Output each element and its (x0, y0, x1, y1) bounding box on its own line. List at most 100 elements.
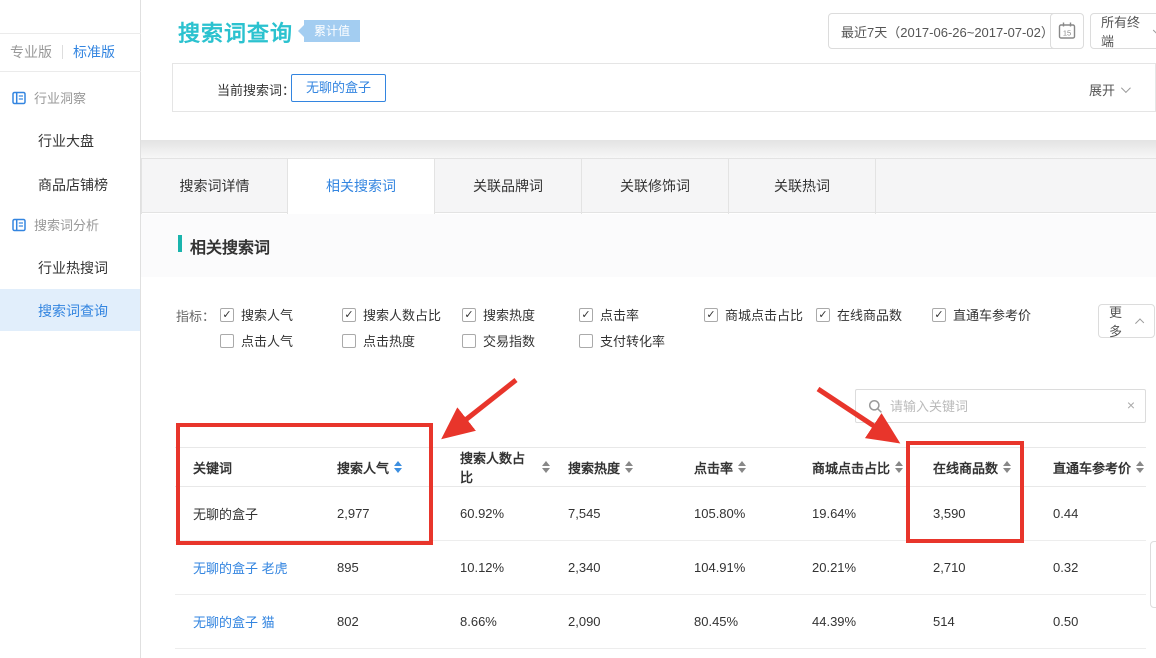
sidebar-group-search-analysis[interactable]: 搜索词分析 (12, 215, 99, 234)
keyword-search-input[interactable] (890, 391, 1120, 421)
section-title: 相关搜索词 (178, 234, 270, 258)
checkbox-unchecked-icon[interactable] (462, 334, 476, 348)
sort-icon[interactable] (625, 461, 633, 473)
metric-label: 交易指数 (483, 331, 535, 350)
value-cell: 2,090 (550, 614, 676, 629)
section-band (141, 214, 1156, 277)
value-cell: 0.50 (1035, 614, 1146, 629)
sort-icon[interactable] (1003, 461, 1011, 473)
tab-related-hot-terms[interactable]: 关联热词 (729, 159, 876, 214)
checkbox-checked-icon[interactable] (462, 308, 476, 322)
value-cell: 44.39% (794, 614, 915, 629)
clear-icon[interactable]: × (1127, 397, 1135, 413)
metric-checkbox-online-products[interactable]: 在线商品数 (816, 305, 902, 324)
date-range-button[interactable]: 最近7天（2017-06-26~2017-07-02） (828, 13, 1067, 49)
table-row: 无聊的盒子 老虎 895 10.12% 2,340 104.91% 20.21%… (175, 541, 1146, 595)
metric-label: 商城点击占比 (725, 305, 803, 324)
ledger-icon (12, 218, 26, 232)
metric-checkbox-search-popularity[interactable]: 搜索人气 (220, 305, 293, 324)
sort-icon[interactable] (895, 461, 903, 473)
terminal-filter-dropdown[interactable]: 所有终端 (1090, 13, 1156, 49)
value-cell: 514 (915, 614, 1035, 629)
ledger-icon (12, 91, 26, 105)
current-search-keyword-chip[interactable]: 无聊的盒子 (291, 74, 386, 102)
metric-checkbox-transaction-index[interactable]: 交易指数 (462, 331, 535, 350)
column-header-search-heat: 搜索热度 (568, 458, 620, 477)
checkbox-unchecked-icon[interactable] (342, 334, 356, 348)
checkbox-checked-icon[interactable] (816, 308, 830, 322)
cumulative-badge: 累计值 (304, 20, 360, 42)
calendar-icon: 15 (1057, 21, 1077, 41)
checkbox-checked-icon[interactable] (704, 308, 718, 322)
chevron-down-icon (1121, 83, 1131, 93)
value-cell: 3,590 (915, 506, 1035, 521)
checkbox-checked-icon[interactable] (932, 308, 946, 322)
sidebar-item-product-shop-rank[interactable]: 商品店铺榜 (38, 175, 108, 195)
metric-checkbox-click-rate[interactable]: 点击率 (579, 305, 639, 324)
version-tab-standard[interactable]: 标准版 (63, 42, 125, 62)
sort-icon[interactable] (1136, 461, 1144, 473)
calendar-button[interactable]: 15 (1050, 13, 1084, 49)
sidebar-group-label: 行业洞察 (34, 88, 86, 107)
checkbox-unchecked-icon[interactable] (220, 334, 234, 348)
metric-checkbox-ztc-ref-price[interactable]: 直通车参考价 (932, 305, 1031, 324)
metric-checkbox-payment-conversion[interactable]: 支付转化率 (579, 331, 665, 350)
sort-icon[interactable] (542, 461, 550, 473)
checkbox-checked-icon[interactable] (220, 308, 234, 322)
value-cell: 105.80% (676, 506, 794, 521)
sort-icon[interactable] (394, 461, 402, 473)
sidebar-item-search-query[interactable]: 搜索词查询 (38, 301, 108, 321)
value-cell: 895 (319, 560, 442, 575)
column-header-click-rate: 点击率 (694, 458, 733, 477)
sidebar: 专业版 标准版 行业洞察 行业大盘 商品店铺榜 搜索词分析 (0, 0, 141, 658)
tab-related-brand-terms[interactable]: 关联品牌词 (435, 159, 582, 214)
value-cell: 10.12% (442, 560, 550, 575)
metric-label: 直通车参考价 (953, 305, 1031, 324)
column-header-searcher-ratio: 搜索人数占比 (460, 448, 537, 486)
page: 专业版 标准版 行业洞察 行业大盘 商品店铺榜 搜索词分析 (0, 0, 1156, 658)
chevron-up-icon (1135, 318, 1144, 327)
version-switcher: 专业版 标准版 (0, 33, 141, 72)
metric-checkbox-search-heat[interactable]: 搜索热度 (462, 305, 535, 324)
more-metrics-button[interactable]: 更多 (1098, 304, 1155, 338)
value-cell: 2,340 (550, 560, 676, 575)
value-cell: 802 (319, 614, 442, 629)
metric-checkbox-searcher-ratio[interactable]: 搜索人数占比 (342, 305, 441, 324)
column-header-search-popularity: 搜索人气 (337, 458, 389, 477)
metric-label: 搜索人气 (241, 305, 293, 324)
terminal-filter-label: 所有终端 (1101, 12, 1146, 50)
metric-checkbox-mall-click-ratio[interactable]: 商城点击占比 (704, 305, 803, 324)
keyword-link[interactable]: 无聊的盒子 猫 (193, 612, 275, 631)
tab-related-modifier-terms[interactable]: 关联修饰词 (582, 159, 729, 214)
value-cell: 2,710 (915, 560, 1035, 575)
tab-related-search-terms[interactable]: 相关搜索词 (288, 159, 435, 215)
sort-icon[interactable] (738, 461, 746, 473)
checkbox-unchecked-icon[interactable] (579, 334, 593, 348)
annotation-arrow (449, 380, 516, 433)
sidebar-item-hot-search[interactable]: 行业热搜词 (38, 258, 108, 278)
value-cell: 0.44 (1035, 506, 1146, 521)
edge-widget-fragment (1150, 541, 1156, 608)
value-cell: 60.92% (442, 506, 550, 521)
sidebar-group-label: 搜索词分析 (34, 215, 99, 234)
sidebar-item-industry-market[interactable]: 行业大盘 (38, 131, 94, 151)
metric-checkbox-click-popularity[interactable]: 点击人气 (220, 331, 293, 350)
tab-bar: 搜索词详情 相关搜索词 关联品牌词 关联修饰词 关联热词 (141, 158, 1156, 213)
svg-text:15: 15 (1063, 29, 1071, 38)
table-row: 无聊的盒子 猫 802 8.66% 2,090 80.45% 44.39% 51… (175, 595, 1146, 649)
metric-label: 搜索人数占比 (363, 305, 441, 324)
keyword-link[interactable]: 无聊的盒子 老虎 (193, 558, 288, 577)
sidebar-group-industry-insight[interactable]: 行业洞察 (12, 88, 86, 107)
checkbox-checked-icon[interactable] (342, 308, 356, 322)
column-header-ztc-ref-price: 直通车参考价 (1053, 458, 1131, 477)
table-header-row: 关键词 搜索人气 搜索人数占比 搜索热度 点击率 商城点击占比 在线商品数 直通… (175, 447, 1146, 487)
tab-search-term-detail[interactable]: 搜索词详情 (141, 159, 288, 214)
metric-checkbox-click-heat[interactable]: 点击热度 (342, 331, 415, 350)
search-icon (868, 399, 883, 414)
value-cell: 0.32 (1035, 560, 1146, 575)
checkbox-checked-icon[interactable] (579, 308, 593, 322)
version-tab-pro[interactable]: 专业版 (0, 42, 62, 62)
expand-toggle[interactable]: 展开 (1089, 80, 1128, 99)
metrics-label: 指标： (176, 306, 215, 325)
column-header-mall-click-ratio: 商城点击占比 (812, 458, 890, 477)
